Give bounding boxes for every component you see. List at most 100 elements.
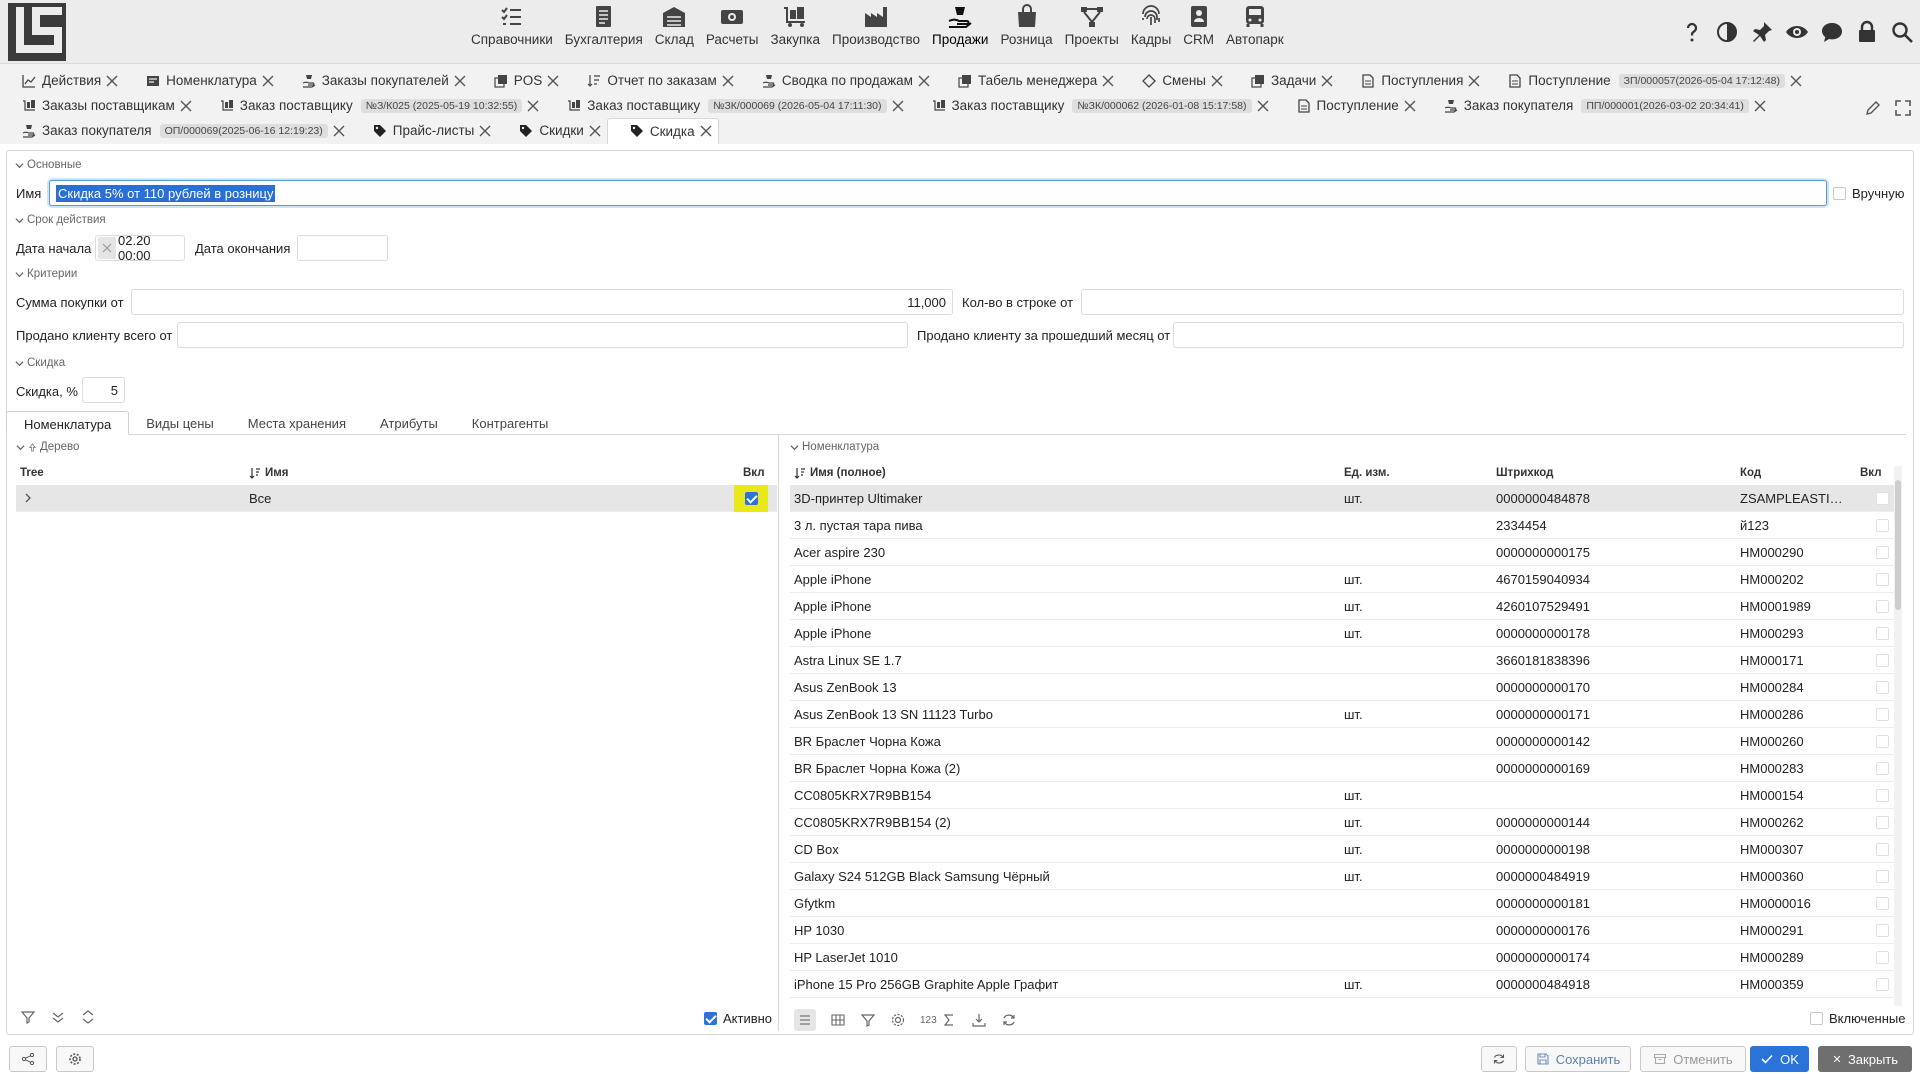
close-icon[interactable] [698, 123, 714, 139]
nav-item-0[interactable]: Справочники [465, 4, 559, 47]
tab-row1-0[interactable]: Действия [0, 69, 124, 93]
table-row[interactable]: CD Box шт. 0000000000198 НМ000307 [790, 836, 1898, 863]
inner-tab-4[interactable]: Контрагенты [455, 411, 566, 435]
tab-row2-5[interactable]: Заказ покупателя ПП/000001(2026-03-02 20:… [1422, 94, 1772, 118]
tab-row2-4[interactable]: Поступление [1275, 94, 1422, 118]
close-button[interactable]: Закрыть [1818, 1046, 1912, 1072]
table-row[interactable]: Apple iPhone шт. 4260107529491 НМ0001989 [790, 593, 1898, 620]
cancel-button[interactable]: Отменить [1640, 1046, 1746, 1072]
close-icon[interactable] [720, 73, 736, 89]
tree-row-enabled-checkbox[interactable] [745, 492, 758, 505]
items-section[interactable]: Номенклатура [790, 441, 879, 453]
item-enabled-checkbox[interactable] [1876, 627, 1889, 640]
tab-row1-9[interactable]: Поступления [1339, 69, 1486, 93]
close-icon[interactable] [1752, 98, 1768, 114]
table-row[interactable]: CC0805KRX7R9BB154 шт. НМ000154 [790, 782, 1898, 809]
nav-item-2[interactable]: Склад [649, 4, 700, 47]
tab-row2-0[interactable]: Заказы поставщикам [0, 94, 198, 118]
table-row[interactable]: CC0805KRX7R9BB154 (2) шт. 0000000000144 НМ0… [790, 809, 1898, 836]
share-button[interactable] [9, 1046, 47, 1072]
close-icon[interactable] [178, 98, 194, 114]
table-row[interactable]: BR Браслет Чорна Кожа (2) 0000000000169 НМ… [790, 755, 1898, 782]
discount-input[interactable]: 5 [82, 377, 125, 403]
items-scrollbar[interactable] [1894, 466, 1902, 1006]
expand-all-icon[interactable] [50, 1009, 66, 1025]
item-enabled-checkbox[interactable] [1876, 519, 1889, 532]
close-icon[interactable] [1255, 98, 1271, 114]
item-enabled-checkbox[interactable] [1876, 708, 1889, 721]
contrast-icon[interactable] [1715, 20, 1739, 44]
inner-tab-1[interactable]: Виды цены [129, 411, 231, 435]
start-date-input[interactable]: 02.20 00:00 [95, 233, 185, 263]
close-icon[interactable] [477, 123, 493, 139]
col-name[interactable]: Имя [249, 467, 288, 479]
tab-row1-10[interactable]: Поступление ЗП/000057(2026-05-04 17:12:48… [1486, 69, 1808, 93]
col-code[interactable]: Код [1740, 467, 1761, 479]
tree-row[interactable]: Все [16, 485, 777, 512]
inner-tab-2[interactable]: Места хранения [231, 411, 363, 435]
close-icon[interactable] [331, 123, 347, 139]
close-icon[interactable] [916, 73, 932, 89]
item-enabled-checkbox[interactable] [1876, 843, 1889, 856]
col-unit[interactable]: Ед. изм. [1344, 467, 1390, 479]
table-row[interactable]: iPhone 15 Pro 256GB Graphite Apple Графи… [790, 971, 1898, 998]
table-row[interactable]: Gfytkm 0000000000181 НМ0000016 [790, 890, 1898, 917]
table-row[interactable]: Galaxy S24 512GB Black Samsung Чёрный шт.… [790, 863, 1898, 890]
nav-item-11[interactable]: Автопарк [1220, 4, 1290, 47]
item-enabled-checkbox[interactable] [1876, 762, 1889, 775]
tab-row1-7[interactable]: Смены [1120, 69, 1229, 93]
section-discount[interactable]: Скидка [15, 357, 65, 369]
tab-row2-1[interactable]: Заказ поставщику №З/К025 (2025-05-19 10:3… [198, 94, 545, 118]
sold-total-input[interactable] [177, 322, 908, 348]
end-date-input[interactable] [297, 235, 388, 261]
count-label[interactable]: 123 [920, 1015, 937, 1026]
inner-tab-3[interactable]: Атрибуты [363, 411, 455, 435]
manual-checkbox[interactable] [1833, 187, 1846, 200]
item-enabled-checkbox[interactable] [1876, 924, 1889, 937]
nav-item-1[interactable]: Бухгалтерия [559, 4, 649, 47]
qty-input[interactable] [1081, 289, 1904, 315]
col-enabled[interactable]: Вкл [743, 467, 765, 479]
item-enabled-checkbox[interactable] [1876, 492, 1889, 505]
item-enabled-checkbox[interactable] [1876, 951, 1889, 964]
item-enabled-checkbox[interactable] [1876, 546, 1889, 559]
close-icon[interactable] [1319, 73, 1335, 89]
clear-date-icon[interactable] [98, 237, 116, 259]
filter-icon[interactable] [860, 1012, 876, 1028]
tab-row3-0[interactable]: Заказ покупателя ОП/000069(2025-06-16 12:… [0, 119, 351, 143]
tab-row1-1[interactable]: Номенклатура [124, 69, 280, 93]
lock-icon[interactable] [1855, 20, 1879, 44]
item-enabled-checkbox[interactable] [1876, 735, 1889, 748]
app-logo[interactable] [8, 3, 66, 61]
pin-icon[interactable] [1750, 20, 1774, 44]
name-input[interactable]: Скидка 5% от 110 рублей в розницу [49, 180, 1827, 206]
close-icon[interactable] [452, 73, 468, 89]
download-icon[interactable] [971, 1012, 987, 1028]
close-icon[interactable] [104, 73, 120, 89]
ok-button[interactable]: OK [1750, 1046, 1809, 1072]
table-row[interactable]: HP LaserJet 1010 0000000000174 НМ000289 [790, 944, 1898, 971]
inner-tab-0[interactable]: Номенклатура [6, 411, 130, 435]
close-icon[interactable] [1788, 73, 1804, 89]
close-icon[interactable] [545, 73, 561, 89]
tab-row1-5[interactable]: Сводка по продажам [740, 69, 936, 93]
nav-item-4[interactable]: Закупка [765, 4, 827, 47]
sold-month-input[interactable] [1173, 322, 1904, 348]
nav-item-10[interactable]: CRM [1177, 4, 1220, 47]
settings-button[interactable] [56, 1046, 94, 1072]
grid-icon[interactable] [830, 1012, 846, 1028]
table-row[interactable]: 3 л. пустая тара пива 2334454 й123 [790, 512, 1898, 539]
tab-row1-6[interactable]: Табель менеджера [936, 69, 1120, 93]
table-row[interactable]: 3D-принтер Ultimaker шт. 0000000484878 ZSAM… [790, 485, 1898, 512]
nav-item-6[interactable]: Продажи [926, 4, 994, 47]
item-enabled-checkbox[interactable] [1876, 789, 1889, 802]
nav-item-9[interactable]: Кадры [1125, 4, 1177, 47]
item-enabled-checkbox[interactable] [1876, 816, 1889, 829]
settings-icon[interactable] [890, 1012, 906, 1028]
tab-row3-2[interactable]: Скидки [497, 119, 607, 143]
close-icon[interactable] [587, 123, 603, 139]
collapse-all-icon[interactable] [80, 1009, 96, 1025]
item-enabled-checkbox[interactable] [1876, 978, 1889, 991]
close-icon[interactable] [1209, 73, 1225, 89]
refresh-button[interactable] [1481, 1046, 1517, 1072]
